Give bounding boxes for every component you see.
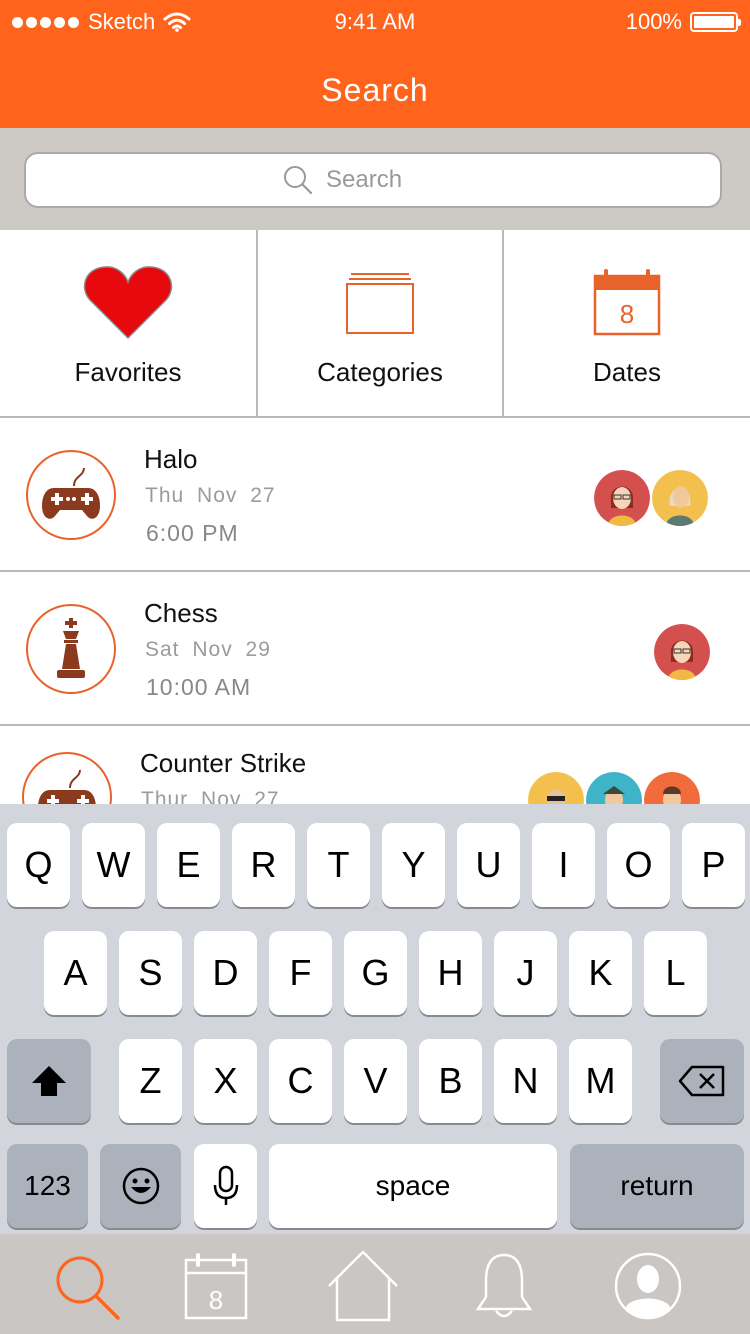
- key-t[interactable]: T: [307, 823, 370, 907]
- calendar-icon: 8: [593, 269, 661, 336]
- event-row-counter-strike[interactable]: Counter Strike Thur Nov 27: [0, 726, 750, 804]
- key-h[interactable]: H: [419, 931, 482, 1015]
- key-w[interactable]: W: [82, 823, 145, 907]
- quick-actions: Favorites Categories 8 Dates: [0, 230, 750, 418]
- calendar-icon: 8: [184, 1253, 248, 1320]
- attendee-avatars: [594, 470, 708, 526]
- key-g[interactable]: G: [344, 931, 407, 1015]
- home-icon: [328, 1250, 398, 1322]
- backspace-key[interactable]: [660, 1039, 744, 1123]
- attendee-avatars: [528, 772, 700, 804]
- key-v[interactable]: V: [344, 1039, 407, 1123]
- key-u[interactable]: U: [457, 823, 520, 907]
- key-c[interactable]: C: [269, 1039, 332, 1123]
- event-icon: [22, 752, 112, 804]
- key-n[interactable]: N: [494, 1039, 557, 1123]
- key-a[interactable]: A: [44, 931, 107, 1015]
- event-date: Thur Nov 27: [141, 788, 280, 804]
- gamepad-icon: [38, 769, 96, 804]
- key-p[interactable]: P: [682, 823, 745, 907]
- calendar-day-number: 8: [620, 299, 634, 329]
- event-title: Counter Strike: [140, 748, 307, 778]
- tab-notifications[interactable]: [464, 1246, 544, 1326]
- key-i[interactable]: I: [532, 823, 595, 907]
- key-y[interactable]: Y: [382, 823, 445, 907]
- attendee-avatars: [654, 624, 710, 680]
- key-l[interactable]: L: [644, 931, 707, 1015]
- search-bar[interactable]: [24, 152, 722, 208]
- key-f[interactable]: F: [269, 931, 332, 1015]
- key-q[interactable]: Q: [7, 823, 70, 907]
- key-k[interactable]: K: [569, 931, 632, 1015]
- bell-icon: [475, 1253, 533, 1318]
- profile-icon: [614, 1252, 682, 1320]
- page-title: Search: [321, 72, 429, 108]
- avatar[interactable]: [586, 772, 642, 804]
- key-s[interactable]: S: [119, 931, 182, 1015]
- folder-stack-icon: [346, 273, 414, 334]
- keyboard: Q W E R T Y U I O P A S D F G H J K L Z …: [0, 804, 750, 1234]
- emoji-key[interactable]: [100, 1144, 181, 1228]
- battery-percent: 100%: [625, 9, 682, 34]
- key-o[interactable]: O: [607, 823, 670, 907]
- favorites-label: Favorites: [74, 357, 182, 387]
- emoji-icon: [122, 1167, 159, 1205]
- return-key[interactable]: return: [570, 1144, 744, 1228]
- space-key[interactable]: space: [269, 1144, 557, 1228]
- categories-label: Categories: [317, 357, 443, 387]
- battery-icon: [690, 12, 741, 32]
- dictation-key[interactable]: [194, 1144, 257, 1228]
- event-icon: [26, 450, 116, 540]
- backspace-icon: [678, 1065, 725, 1097]
- shift-key[interactable]: [7, 1039, 91, 1123]
- key-e[interactable]: E: [157, 823, 220, 907]
- search-input[interactable]: [326, 160, 686, 200]
- status-right: 100%: [625, 9, 741, 35]
- event-date: Sat Nov 29: [145, 638, 271, 661]
- microphone-icon: [213, 1165, 238, 1205]
- avatar[interactable]: [644, 772, 700, 804]
- key-d[interactable]: D: [194, 931, 257, 1015]
- favorites-button[interactable]: Favorites: [0, 230, 256, 416]
- avatar[interactable]: [528, 772, 584, 804]
- calendar-day-number: 8: [209, 1285, 223, 1315]
- key-j[interactable]: J: [494, 931, 557, 1015]
- key-r[interactable]: R: [232, 823, 295, 907]
- event-time: 6:00 PM: [146, 520, 239, 546]
- dates-label: Dates: [593, 357, 661, 387]
- key-z[interactable]: Z: [119, 1039, 182, 1123]
- shift-arrow-icon: [32, 1066, 66, 1096]
- status-bar: Sketch 9:41 AM 100%: [0, 0, 750, 44]
- tab-calendar[interactable]: 8: [176, 1246, 256, 1326]
- tab-search[interactable]: [46, 1246, 126, 1326]
- avatar[interactable]: [654, 624, 710, 680]
- gamepad-icon: [42, 467, 100, 519]
- event-title: Halo: [144, 444, 198, 474]
- key-m[interactable]: M: [569, 1039, 632, 1123]
- heart-icon: [83, 266, 173, 340]
- search-icon: [56, 1256, 120, 1320]
- search-area: [0, 128, 750, 230]
- event-row-halo[interactable]: Halo Thu Nov 27 6:00 PM: [0, 418, 750, 572]
- tab-profile[interactable]: [608, 1246, 688, 1326]
- header: Sketch 9:41 AM 100% Search: [0, 0, 750, 128]
- event-icon: [26, 604, 116, 694]
- event-title: Chess: [144, 598, 218, 628]
- event-date: Thu Nov 27: [145, 484, 276, 507]
- tab-bar: 8: [0, 1234, 750, 1334]
- key-x[interactable]: X: [194, 1039, 257, 1123]
- tab-home[interactable]: [323, 1246, 403, 1326]
- event-time: 10:00 AM: [146, 674, 252, 700]
- key-b[interactable]: B: [419, 1039, 482, 1123]
- numbers-key[interactable]: 123: [7, 1144, 88, 1228]
- avatar[interactable]: [652, 470, 708, 526]
- dates-button[interactable]: 8 Dates: [504, 230, 750, 416]
- chess-king-icon: [57, 618, 85, 678]
- categories-button[interactable]: Categories: [258, 230, 502, 416]
- search-icon: [284, 166, 313, 195]
- event-row-chess[interactable]: Chess Sat Nov 29 10:00 AM: [0, 572, 750, 726]
- avatar[interactable]: [594, 470, 650, 526]
- event-list: Halo Thu Nov 27 6:00 PM Chess Sat Nov 29…: [0, 418, 750, 804]
